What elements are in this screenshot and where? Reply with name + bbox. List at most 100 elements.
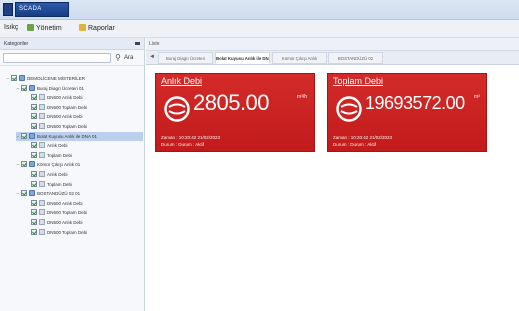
sidebar: Kategoriler ⚲ Ara − DEMOLİCENE MİSTERİLER…	[0, 38, 145, 311]
tree-group[interactable]: − Buraj Diagrı Ücreteri 01	[16, 84, 143, 93]
tree-group[interactable]: − DEMOLİCENE MİSTERİLER	[6, 74, 143, 83]
tree-group[interactable]: − BOSTANDÜZÜ 02 01	[16, 189, 143, 198]
expand-toggle-icon[interactable]: −	[6, 75, 10, 84]
tree-item-label: DN600 Anlık Debi	[47, 95, 83, 101]
tree-checkbox[interactable]	[21, 84, 27, 91]
tag-icon	[39, 219, 45, 225]
tree-checkbox[interactable]	[11, 75, 17, 81]
expand-toggle-icon[interactable]: −	[16, 190, 20, 199]
tree-item-label: Toplam Debi	[47, 152, 73, 158]
tree-checkbox[interactable]	[21, 161, 27, 168]
tile-unit: m³	[474, 94, 480, 100]
tree-checkbox[interactable]	[31, 94, 37, 101]
tag-icon	[39, 113, 45, 120]
tree-item-label: Kömür Çıkışı Anlık 01	[37, 162, 81, 168]
menu-item-label: Isıkç	[4, 24, 19, 31]
tree-item-label: DN500 Toplam Debi	[47, 124, 88, 129]
tree-checkbox[interactable]	[31, 113, 37, 120]
tree-item[interactable]: Toplam Debi	[26, 151, 143, 160]
tag-icon	[39, 94, 45, 101]
tree-item[interactable]: DN600 Anlık Debi	[26, 199, 143, 208]
search-input[interactable]	[3, 53, 111, 63]
tree-item-label: DN500 Anlık Debi	[47, 114, 83, 120]
tree-item[interactable]: DN600 Toplam Debi	[26, 208, 143, 217]
sidebar-title: Kategoriler	[4, 41, 29, 47]
tab-scroll-left-icon[interactable]: ◄	[148, 51, 156, 64]
sidebar-header: Kategoriler	[0, 38, 144, 50]
tree-item-label: Buraj Diagrı Ücreteri 01	[37, 85, 85, 91]
tree-item[interactable]: Anlık Debi	[26, 170, 143, 179]
tree-item-label: Anlık Debi	[47, 172, 68, 177]
tree-item[interactable]: DN600 Anlık Debi	[26, 93, 143, 102]
tree-checkbox[interactable]	[31, 219, 37, 225]
folder-icon	[29, 132, 35, 139]
tag-icon	[39, 180, 45, 187]
expand-toggle-icon[interactable]: −	[16, 133, 20, 142]
folder-icon	[29, 190, 35, 197]
expand-toggle-icon[interactable]: −	[16, 161, 20, 170]
tree-item[interactable]: DN500 Anlık Debi	[26, 218, 143, 227]
expand-toggle-icon[interactable]: −	[16, 85, 20, 94]
tree-item-label: Toplam Debi	[47, 181, 73, 187]
tree-checkbox[interactable]	[31, 103, 37, 110]
menu-item-label: Raporlar	[88, 25, 115, 32]
tree-checkbox[interactable]	[21, 190, 27, 197]
tree-item-label: BOSTANDÜZÜ 02 01	[37, 191, 81, 197]
tree-item[interactable]: DN500 Toplam Debi	[26, 228, 143, 237]
tile-area: Anlık Debi 2805.00 m³/h Zaman : 10:20:42…	[146, 65, 519, 311]
tree-item-label: Anlık Debi	[47, 143, 68, 149]
tree-item[interactable]: Toplam Debi	[26, 180, 143, 189]
tile-toplam-debi[interactable]: Toplam Debi 19693572.00 m³ Zaman : 10:20…	[327, 73, 487, 152]
tab-3[interactable]: BOSTANDÜZÜ 02	[328, 52, 383, 64]
menu-item-raporlar[interactable]: Raporlar	[79, 24, 115, 32]
tile-date: Zaman : 10:20:42 21/02/2023	[161, 135, 221, 140]
tag-icon	[39, 199, 45, 206]
tree-checkbox[interactable]	[21, 132, 27, 139]
tree-checkbox[interactable]	[31, 123, 37, 129]
tree-item-label: DN500 Anlık Debi	[47, 220, 83, 225]
tree-group[interactable]: − Bolat Kuyusu Anlık ile DNA 01	[16, 131, 143, 142]
title-bar: SCADA	[0, 0, 519, 20]
tree-item[interactable]: DN500 Anlık Debi	[26, 112, 143, 121]
tree-group[interactable]: − Kömür Çıkışı Anlık 01	[16, 160, 143, 169]
folder-icon	[19, 75, 25, 81]
menu-item-yonetim[interactable]: Yönetim	[27, 24, 62, 32]
tree-item[interactable]: DN500 Toplam Debi	[26, 122, 143, 131]
tab-1[interactable]: Bolat Kuyusu Anlık ile DNA	[215, 52, 270, 64]
gauge-icon	[336, 96, 362, 122]
tag-icon	[39, 142, 45, 149]
tile-date: Zaman : 10:20:42 21/02/2023	[333, 135, 393, 140]
search-icon[interactable]: ⚲	[115, 53, 121, 63]
tree-item-label: DEMOLİCENE MİSTERİLER	[27, 76, 86, 81]
tree-checkbox[interactable]	[31, 199, 37, 206]
wrench-icon	[27, 24, 34, 31]
tag-icon	[39, 103, 45, 110]
menu-item-isikc[interactable]: Isıkç	[4, 24, 18, 31]
main-panel: Liste ◄ Buraj Diagrı Ücreteri Bolat Kuyus…	[146, 38, 519, 311]
tree-item-label: DN600 Toplam Debi	[47, 104, 88, 110]
tile-title[interactable]: Anlık Debi	[161, 76, 202, 86]
main-header: Liste	[146, 38, 519, 51]
menu-item-label: Yönetim	[36, 25, 62, 32]
report-icon	[79, 24, 86, 31]
tree-checkbox[interactable]	[31, 171, 37, 177]
folder-icon	[29, 161, 35, 168]
tile-anlik-debi[interactable]: Anlık Debi 2805.00 m³/h Zaman : 10:20:42…	[155, 73, 315, 152]
tag-icon	[39, 151, 45, 158]
tree-checkbox[interactable]	[31, 151, 37, 158]
tab-bar: ◄ Buraj Diagrı Ücreteri Bolat Kuyusu Anlı…	[146, 51, 519, 65]
tree-checkbox[interactable]	[31, 228, 37, 235]
tab-0[interactable]: Buraj Diagrı Ücreteri	[158, 52, 213, 64]
tile-status: Durum : Durum : Aktif	[333, 142, 377, 147]
pin-icon[interactable]	[135, 42, 140, 45]
tree-checkbox[interactable]	[31, 180, 37, 187]
tree-item[interactable]: Anlık Debi	[26, 141, 143, 150]
tab-2[interactable]: Kömür Çıkışı Anlık	[272, 52, 327, 64]
tile-title[interactable]: Toplam Debi	[333, 76, 383, 86]
tree-checkbox[interactable]	[31, 142, 37, 149]
tree-checkbox[interactable]	[31, 209, 37, 216]
app-window: SCADA Isıkç Yönetim Raporlar Kategoriler…	[0, 0, 519, 311]
gauge-icon	[164, 96, 190, 122]
tree-item[interactable]: DN600 Toplam Debi	[26, 103, 143, 112]
search-button[interactable]: Ara	[124, 53, 133, 63]
